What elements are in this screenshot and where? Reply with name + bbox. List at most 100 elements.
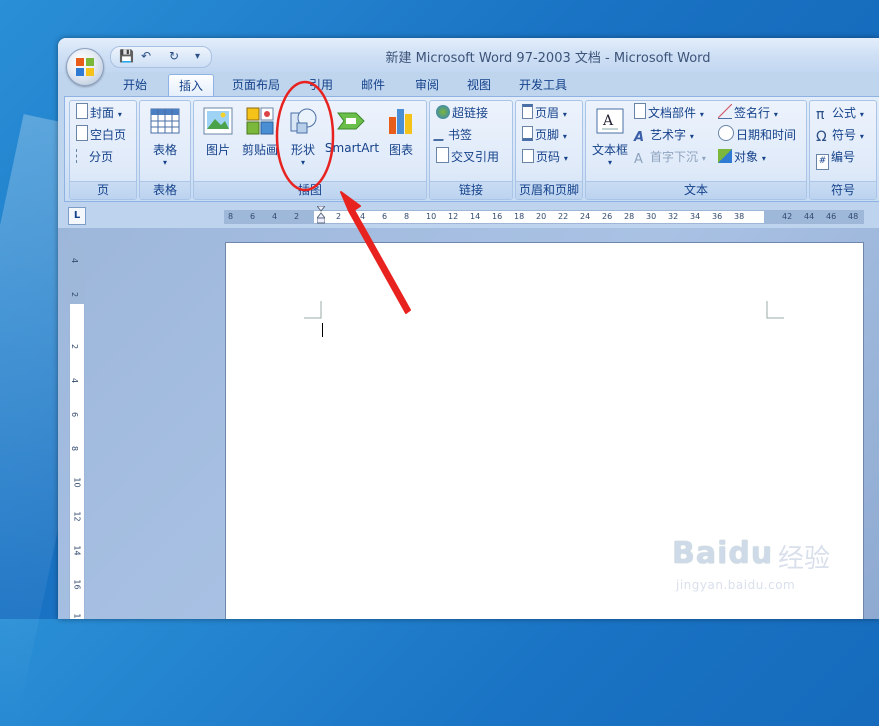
group-header-footer: 页眉 ▾ 页脚 ▾ 页码 ▾ 页眉和页脚	[515, 100, 583, 200]
drop-cap-button[interactable]: A 首字下沉 ▾	[634, 147, 706, 167]
textbox-button[interactable]: A 文本框 ▾	[588, 105, 632, 167]
hyperlink-button[interactable]: 超链接	[436, 103, 488, 123]
table-label: 表格	[152, 143, 177, 157]
vertical-ruler[interactable]: 4 2 2 4 6 8 10 12 14 16 18	[69, 242, 85, 619]
ruler-number: 4	[70, 257, 80, 264]
ruler-number: 24	[580, 212, 591, 221]
picture-button[interactable]: 图片	[198, 105, 238, 158]
svg-text:A: A	[602, 113, 614, 129]
page-number-button[interactable]: 页码 ▾	[522, 147, 568, 167]
date-time-button[interactable]: 日期和时间	[718, 125, 796, 145]
office-button[interactable]	[66, 48, 104, 86]
customize-qat-icon[interactable]: ▾	[195, 51, 200, 62]
ruler-number: 30	[646, 212, 657, 221]
equation-button[interactable]: π 公式 ▾	[816, 103, 864, 123]
clipart-button[interactable]: 剪贴画	[238, 105, 282, 158]
table-button[interactable]: 表格 ▾	[146, 105, 184, 167]
tab-view[interactable]: 视图	[456, 74, 502, 96]
cross-reference-icon	[436, 147, 449, 163]
footer-icon	[522, 126, 533, 141]
margin-corner-mark	[766, 301, 784, 319]
tab-insert[interactable]: 插入	[168, 74, 214, 97]
object-button[interactable]: 对象 ▾	[718, 147, 766, 167]
ribbon-tabs: 开始 插入 页面布局 引用 邮件 审阅 视图 开发工具	[58, 72, 879, 97]
ruler-number: 10	[426, 212, 437, 221]
ruler-number: 6	[70, 411, 80, 418]
quick-access-toolbar: 💾 ↶ ↻ ▾	[110, 46, 212, 68]
smartart-button[interactable]: SmartArt	[324, 105, 380, 155]
symbol-button[interactable]: Ω 符号 ▾	[816, 125, 864, 145]
group-pages: 封面 ▾ 空白页 分页 页	[69, 100, 137, 200]
group-label-illustrations: 插图	[194, 181, 426, 199]
ruler-number: 38	[734, 212, 745, 221]
drop-cap-icon: A	[634, 152, 643, 167]
numbering-icon: #	[816, 154, 829, 170]
bookmark-label: 书签	[448, 128, 473, 142]
window-title: 新建 Microsoft Word 97-2003 文档 - Microsoft…	[385, 51, 711, 66]
redo-icon[interactable]: ↻	[169, 49, 179, 63]
tab-references[interactable]: 引用	[298, 74, 344, 96]
wordart-button[interactable]: A 艺术字 ▾	[634, 125, 694, 145]
group-label-symbols: 符号	[810, 181, 876, 199]
quick-parts-icon	[634, 103, 646, 119]
watermark-brand: 经验	[778, 544, 831, 574]
ruler-bar: L 8 6 4 2 2 4 6 8 10 12 14 16 18 20 22 24 26 28 30 32 34 36 38…	[58, 202, 879, 228]
page-break-button[interactable]: 分页	[76, 147, 113, 167]
bookmark-icon	[433, 125, 449, 141]
ruler-number: 18	[72, 613, 82, 619]
ruler-number: 44	[804, 212, 815, 221]
page-break-label: 分页	[89, 150, 114, 164]
table-icon	[149, 105, 181, 137]
ruler-number: 16	[492, 212, 503, 221]
group-label-pages: 页	[70, 181, 136, 199]
chart-label: 图表	[388, 143, 413, 157]
tab-developer[interactable]: 开发工具	[510, 74, 576, 96]
ruler-number: 34	[690, 212, 701, 221]
signature-line-button[interactable]: 签名行 ▾	[718, 103, 778, 123]
header-label: 页眉	[535, 106, 560, 120]
footer-label: 页脚	[535, 128, 560, 142]
group-text: A 文本框 ▾ 文档部件 ▾ A 艺术字 ▾ A 首字下沉 ▾ 签名行 ▾ 日期和时…	[585, 100, 807, 200]
omega-icon: Ω	[816, 129, 827, 145]
chart-icon	[385, 105, 417, 137]
indent-marker-icon[interactable]	[317, 206, 325, 224]
tab-page-layout[interactable]: 页面布局	[222, 74, 290, 96]
header-button[interactable]: 页眉 ▾	[522, 103, 567, 123]
group-label-links: 链接	[430, 181, 512, 199]
header-icon	[522, 104, 533, 119]
office-logo-icon	[76, 58, 94, 76]
tab-review[interactable]: 审阅	[404, 74, 450, 96]
wordart-icon: A	[634, 130, 645, 145]
save-icon[interactable]: 💾	[119, 49, 134, 63]
blank-page-button[interactable]: 空白页	[76, 125, 126, 145]
picture-label: 图片	[205, 143, 230, 157]
left-margin-region	[224, 211, 314, 223]
blank-page-icon	[76, 125, 88, 141]
text-cursor	[322, 323, 323, 337]
tab-selector-button[interactable]: L	[68, 207, 86, 225]
ruler-number: 2	[70, 343, 80, 350]
numbering-button[interactable]: # 编号	[816, 147, 855, 170]
shapes-icon	[287, 105, 319, 137]
ruler-number: 26	[602, 212, 613, 221]
cross-reference-button[interactable]: 交叉引用	[436, 147, 499, 167]
page-break-icon	[76, 149, 87, 163]
bookmark-button[interactable]: 书签	[433, 125, 473, 145]
chart-button[interactable]: 图表	[382, 105, 420, 158]
hyperlink-icon	[436, 105, 450, 119]
baidu-logo: Baidu	[672, 536, 774, 571]
ruler-number: 6	[250, 212, 256, 221]
shapes-button[interactable]: 形状 ▾	[284, 105, 322, 167]
drop-cap-label: 首字下沉	[650, 150, 699, 164]
object-icon	[718, 149, 732, 163]
tab-home[interactable]: 开始	[110, 74, 160, 96]
cover-page-button[interactable]: 封面 ▾	[76, 103, 122, 123]
ruler-number: 14	[72, 545, 82, 556]
undo-icon[interactable]: ↶	[141, 49, 151, 63]
quick-parts-button[interactable]: 文档部件 ▾	[634, 103, 704, 123]
title-bar: 💾 ↶ ↻ ▾ 新建 Microsoft Word 97-2003 文档 - M…	[58, 38, 879, 72]
tab-mailings[interactable]: 邮件	[350, 74, 396, 96]
group-illustrations: 图片 剪贴画 形状 ▾ SmartArt 图表 插图	[193, 100, 427, 200]
calendar-clock-icon	[718, 125, 734, 141]
footer-button[interactable]: 页脚 ▾	[522, 125, 567, 145]
